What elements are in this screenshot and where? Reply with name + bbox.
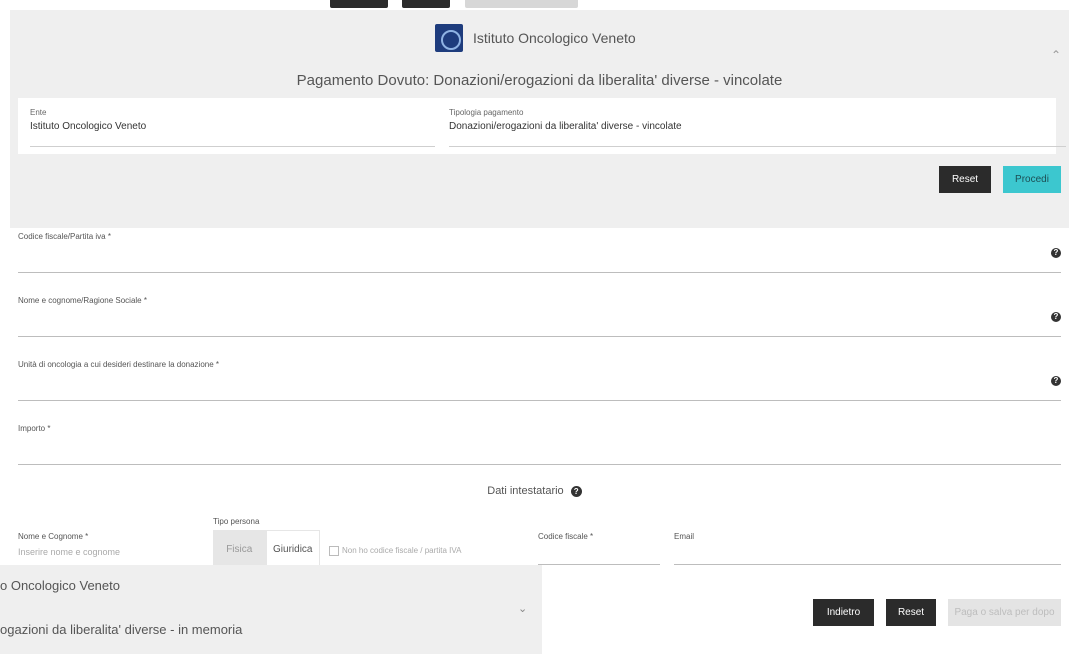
payment-panel: Istituto Oncologico Veneto ⌃ Pagamento D… [10, 10, 1069, 228]
help-icon[interactable]: ? [1051, 248, 1061, 258]
codice-fiscale-label: Codice fiscale/Partita iva * [18, 232, 111, 241]
chevron-down-icon[interactable]: ⌄ [518, 602, 527, 615]
collapse-icon[interactable]: ⌃ [1051, 48, 1061, 62]
payment-info: Ente Istituto Oncologico Veneto Tipologi… [18, 98, 1066, 154]
unita-field[interactable]: Unità di oncologia a cui desideri destin… [18, 360, 1061, 401]
tipologia-value: Donazioni/erogazioni da liberalita' dive… [449, 121, 682, 132]
fisica-option[interactable]: Fisica [213, 530, 266, 568]
top-button-1[interactable] [330, 0, 388, 8]
bottom-reset-button[interactable]: Reset [886, 599, 936, 626]
unita-label: Unità di oncologia a cui desideri destin… [18, 360, 220, 369]
importo-label: Importo * [18, 424, 51, 433]
brand-name: Istituto Oncologico Veneto [473, 30, 636, 46]
ente-label: Ente [30, 108, 47, 117]
panel-reset-button[interactable]: Reset [939, 166, 991, 193]
codice-fiscale-input[interactable] [538, 564, 660, 565]
no-cf-label: Non ho codice fiscale / partita IVA [342, 546, 462, 555]
pay-button[interactable]: Paga o salva per dopo [948, 599, 1061, 626]
payment-title: Pagamento Dovuto: Donazioni/erogazioni d… [296, 72, 783, 89]
help-icon[interactable]: ? [1051, 376, 1061, 386]
email-label: Email [674, 532, 695, 541]
top-button-3[interactable] [465, 0, 578, 8]
back-button[interactable]: Indietro [813, 599, 874, 626]
help-icon[interactable]: ? [570, 485, 582, 497]
nome-cognome-label: Nome e Cognome * [18, 532, 89, 541]
nome-cognome-label: Nome e cognome/Ragione Sociale * [18, 296, 147, 305]
memoria-panel[interactable]: o Oncologico Veneto ⌄ ogazioni da libera… [0, 565, 542, 654]
overlay-title: ogazioni da liberalita' diverse - in mem… [0, 622, 243, 637]
email-input[interactable] [674, 564, 1061, 565]
tipo-persona-toggle[interactable]: Fisica Giuridica [213, 530, 320, 568]
intestatario-heading: Dati intestatario ? [0, 485, 1069, 497]
tipologia-field: Tipologia pagamento Donazioni/erogazioni… [449, 108, 1066, 147]
no-cf-checkbox[interactable] [329, 546, 339, 556]
intestatario-title: Dati intestatario [487, 485, 564, 497]
giuridica-option[interactable]: Giuridica [265, 530, 320, 568]
brand: Istituto Oncologico Veneto [435, 24, 636, 52]
codice-fiscale-field[interactable]: Codice fiscale/Partita iva * ? [18, 232, 1061, 273]
importo-field[interactable]: Importo * [18, 424, 1061, 465]
tipologia-label: Tipologia pagamento [449, 108, 524, 117]
top-button-2[interactable] [402, 0, 450, 8]
proceed-button[interactable]: Procedi [1003, 166, 1061, 193]
ente-value: Istituto Oncologico Veneto [30, 121, 147, 132]
help-icon[interactable]: ? [1051, 312, 1061, 322]
institute-logo [435, 24, 463, 52]
ente-field: Ente Istituto Oncologico Veneto [30, 108, 435, 147]
nome-cognome-field[interactable]: Nome e cognome/Ragione Sociale * ? [18, 296, 1061, 337]
codice-fiscale-label: Codice fiscale * [538, 532, 594, 541]
nome-cognome-placeholder[interactable]: Inserire nome e cognome [18, 547, 120, 557]
overlay-brand: o Oncologico Veneto [0, 578, 120, 593]
tipo-persona-label: Tipo persona [213, 517, 260, 526]
